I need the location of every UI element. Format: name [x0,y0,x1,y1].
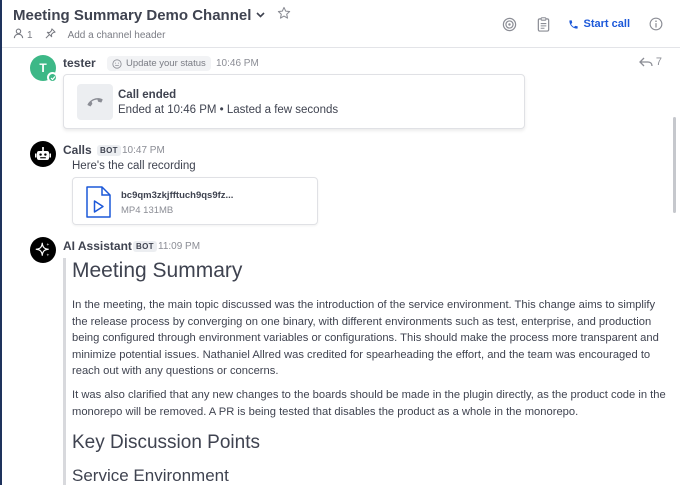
call-card-subtitle: Ended at 10:46 PM • Lasted a few seconds [118,104,339,116]
post-author[interactable]: Calls [63,143,92,157]
bot-badge: BOT [97,145,121,156]
post-message: Here's the call recording [72,160,196,172]
bot-badge: BOT [133,241,157,252]
member-icon[interactable] [13,28,24,42]
reply-count-label[interactable]: 7 [656,56,662,68]
call-card-title: Call ended [118,89,177,101]
video-file-icon[interactable] [85,186,111,223]
pin-icon[interactable] [45,28,56,42]
post-time[interactable]: 11:09 PM [158,241,200,252]
avatar[interactable]: T [30,55,58,83]
channel-header-placeholder[interactable]: Add a channel header [68,30,166,41]
blockquote-bar [63,258,66,485]
header-actions: Start call [486,14,680,34]
update-status-button[interactable]: Update your status [107,56,211,71]
update-status-label[interactable]: Update your status [126,58,206,69]
reply-arrow-icon [638,57,653,67]
post-author[interactable]: tester [63,56,96,70]
summary-section-heading: Service Environment [72,466,229,485]
bot-icon [35,147,51,160]
post-time[interactable]: 10:46 PM [216,58,259,69]
summary-paragraph: In the meeting, the main topic discussed… [72,299,659,378]
file-attachment[interactable]: bc9qm3zkjfftuch9qs9fz... MP4 131MB [72,177,318,225]
avatar[interactable] [30,141,56,167]
summary-subheading: Key Discussion Points [72,432,260,454]
start-call-label[interactable]: Start call [584,18,630,30]
phone-icon [568,19,578,29]
message-list[interactable]: T tester Update your status 10:46 PM 7 C… [2,49,680,485]
channel-name[interactable]: Meeting Summary Demo Channel [13,7,251,24]
sparkle-icon [35,242,50,257]
file-meta: MP4 131MB [121,205,174,216]
summary-heading: Meeting Summary [72,259,243,282]
online-status-icon [47,72,58,83]
target-icon[interactable] [500,14,520,34]
info-icon[interactable] [646,14,666,34]
start-call-button[interactable]: Start call [568,18,630,30]
file-name[interactable]: bc9qm3zkjfftuch9qs9fz... [121,190,233,201]
channel-meta: 1 Add a channel header [13,28,165,42]
clipboard-icon[interactable] [534,14,554,34]
channel-title[interactable]: Meeting Summary Demo Channel [13,6,291,24]
phone-hangup-icon [77,84,113,120]
chevron-down-icon[interactable] [256,10,265,21]
call-ended-card: Call ended Ended at 10:46 PM • Lasted a … [63,74,525,129]
reply-count[interactable]: 7 [638,56,662,68]
channel-header: Meeting Summary Demo Channel 1 Add a cha… [2,0,680,48]
meeting-summary: Meeting Summary In the meeting, the main… [72,257,668,485]
smiley-icon [112,58,122,69]
star-icon[interactable] [277,6,291,24]
post-author[interactable]: AI Assistant [63,239,132,253]
scrollbar[interactable] [673,117,676,213]
avatar[interactable] [30,237,56,263]
member-count[interactable]: 1 [27,30,33,41]
post-time[interactable]: 10:47 PM [122,145,165,156]
summary-paragraph: It was also clarified that any new chang… [72,388,666,418]
avatar-letter: T [39,61,47,75]
